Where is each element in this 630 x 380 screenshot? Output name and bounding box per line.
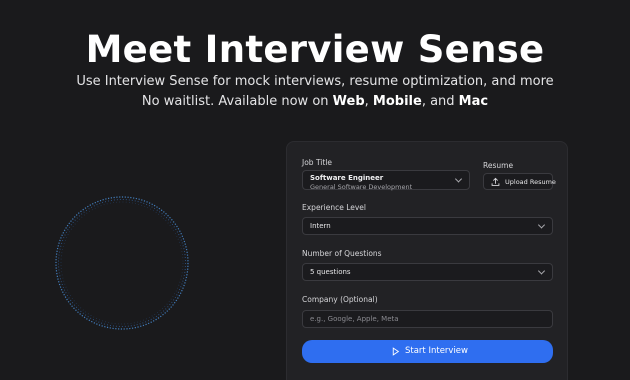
availability-prefix: No waitlist. Available now on bbox=[141, 94, 333, 109]
experience-level-select[interactable]: Intern bbox=[302, 217, 553, 235]
separator: , and bbox=[421, 94, 459, 109]
chevron-down-icon bbox=[537, 221, 546, 229]
upload-resume-label: Upload Resume bbox=[505, 178, 556, 186]
job-title-label: Job Title bbox=[302, 158, 333, 167]
upload-resume-button[interactable]: Upload Resume bbox=[483, 173, 556, 190]
job-title-category: General Software Development bbox=[310, 183, 413, 191]
number-of-questions-select[interactable]: 5 questions bbox=[302, 263, 553, 281]
resume-label: Resume bbox=[483, 161, 514, 170]
platform-mobile: Mobile bbox=[372, 94, 422, 109]
chevron-down-icon bbox=[537, 267, 546, 275]
page-title: Meet Interview Sense bbox=[85, 28, 545, 71]
upload-icon bbox=[491, 177, 500, 186]
hero-subtitle: Use Interview Sense for mock interviews,… bbox=[76, 74, 554, 89]
availability-line: No waitlist. Available now on Web, Mobil… bbox=[0, 94, 630, 109]
start-interview-label: Start Interview bbox=[405, 346, 468, 356]
separator: , bbox=[364, 94, 373, 109]
interview-setup-form: Job Title Software Engineer General Soft… bbox=[286, 141, 568, 380]
number-of-questions-value: 5 questions bbox=[310, 268, 351, 276]
company-input[interactable]: e.g., Google, Apple, Meta bbox=[302, 310, 553, 328]
job-title-select[interactable]: Software Engineer General Software Devel… bbox=[302, 170, 470, 191]
chevron-down-icon bbox=[454, 175, 463, 183]
job-title-value: Software Engineer bbox=[310, 174, 384, 182]
experience-level-value: Intern bbox=[310, 222, 331, 230]
company-placeholder: e.g., Google, Apple, Meta bbox=[310, 315, 399, 323]
experience-level-label: Experience Level bbox=[302, 203, 367, 212]
company-label: Company (Optional) bbox=[302, 295, 378, 304]
start-interview-button[interactable]: Start Interview bbox=[302, 340, 553, 363]
number-of-questions-label: Number of Questions bbox=[302, 249, 382, 258]
decorative-ring-graphic bbox=[55, 196, 189, 330]
play-icon bbox=[392, 347, 400, 356]
platform-web: Web bbox=[332, 94, 365, 109]
platform-mac: Mac bbox=[458, 94, 489, 109]
